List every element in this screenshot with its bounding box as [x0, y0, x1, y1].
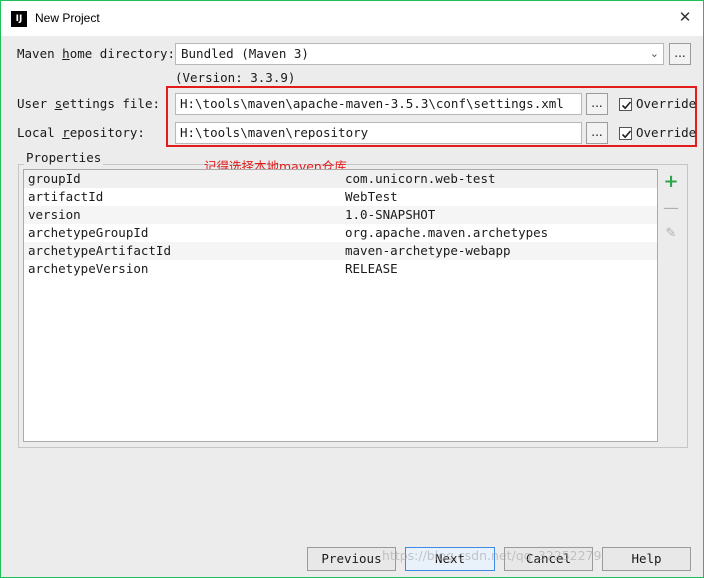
- user-settings-override-label: Override: [636, 96, 697, 111]
- properties-toolbar: + — ✎: [658, 169, 685, 442]
- next-button[interactable]: Next: [405, 547, 495, 571]
- user-settings-value: H:\tools\maven\apache-maven-3.5.3\conf\s…: [180, 96, 564, 111]
- close-icon[interactable]: ✕: [675, 7, 695, 27]
- table-row[interactable]: artifactId WebTest: [24, 188, 657, 206]
- window-title: New Project: [35, 11, 100, 25]
- remove-icon[interactable]: —: [662, 199, 680, 217]
- maven-home-value: Bundled (Maven 3): [181, 46, 309, 61]
- property-key: archetypeArtifactId: [28, 243, 171, 258]
- maven-home-dropdown[interactable]: Bundled (Maven 3) ⌄: [175, 43, 664, 65]
- cancel-button[interactable]: Cancel: [504, 547, 593, 571]
- table-row[interactable]: archetypeGroupId org.apache.maven.archet…: [24, 224, 657, 242]
- property-value: org.apache.maven.archetypes: [345, 225, 549, 240]
- property-value: WebTest: [345, 189, 398, 204]
- checkmark-icon: [621, 130, 632, 139]
- properties-table[interactable]: groupId com.unicorn.web-test artifactId …: [23, 169, 658, 442]
- table-row[interactable]: groupId com.unicorn.web-test: [24, 170, 657, 188]
- properties-legend: Properties: [24, 150, 104, 165]
- local-repository-override-checkbox[interactable]: [619, 127, 632, 140]
- user-settings-input[interactable]: H:\tools\maven\apache-maven-3.5.3\conf\s…: [175, 93, 582, 115]
- previous-button[interactable]: Previous: [307, 547, 396, 571]
- edit-pencil-icon[interactable]: ✎: [662, 225, 680, 243]
- local-repository-value: H:\tools\maven\repository: [180, 125, 369, 140]
- local-repository-input[interactable]: H:\tools\maven\repository: [175, 122, 582, 144]
- maven-home-label: Maven home directory:: [17, 46, 176, 61]
- property-value: maven-archetype-webapp: [345, 243, 511, 258]
- table-row[interactable]: archetypeArtifactId maven-archetype-weba…: [24, 242, 657, 260]
- property-key: archetypeVersion: [28, 261, 149, 276]
- local-repository-label: Local repository:: [17, 125, 145, 140]
- property-key: artifactId: [28, 189, 104, 204]
- chevron-down-icon: ⌄: [649, 47, 659, 60]
- title-bar: IJ New Project ✕: [0, 0, 704, 36]
- property-key: groupId: [28, 171, 81, 186]
- help-button[interactable]: Help: [602, 547, 691, 571]
- intellij-app-icon: IJ: [11, 11, 27, 27]
- property-value: RELEASE: [345, 261, 398, 276]
- table-row[interactable]: archetypeVersion RELEASE: [24, 260, 657, 278]
- property-key: archetypeGroupId: [28, 225, 149, 240]
- user-settings-override-checkbox[interactable]: [619, 98, 632, 111]
- maven-version-text: (Version: 3.3.9): [175, 70, 296, 85]
- property-value: com.unicorn.web-test: [345, 171, 496, 186]
- table-row[interactable]: version 1.0-SNAPSHOT: [24, 206, 657, 224]
- checkmark-icon: [621, 101, 632, 110]
- local-repository-override-label: Override: [636, 125, 697, 140]
- property-value: 1.0-SNAPSHOT: [345, 207, 436, 222]
- local-repository-browse-button[interactable]: ...: [586, 122, 608, 144]
- maven-home-browse-button[interactable]: ...: [669, 43, 691, 65]
- property-key: version: [28, 207, 81, 222]
- user-settings-label: User settings file:: [17, 96, 161, 111]
- user-settings-browse-button[interactable]: ...: [586, 93, 608, 115]
- add-icon[interactable]: +: [662, 173, 680, 191]
